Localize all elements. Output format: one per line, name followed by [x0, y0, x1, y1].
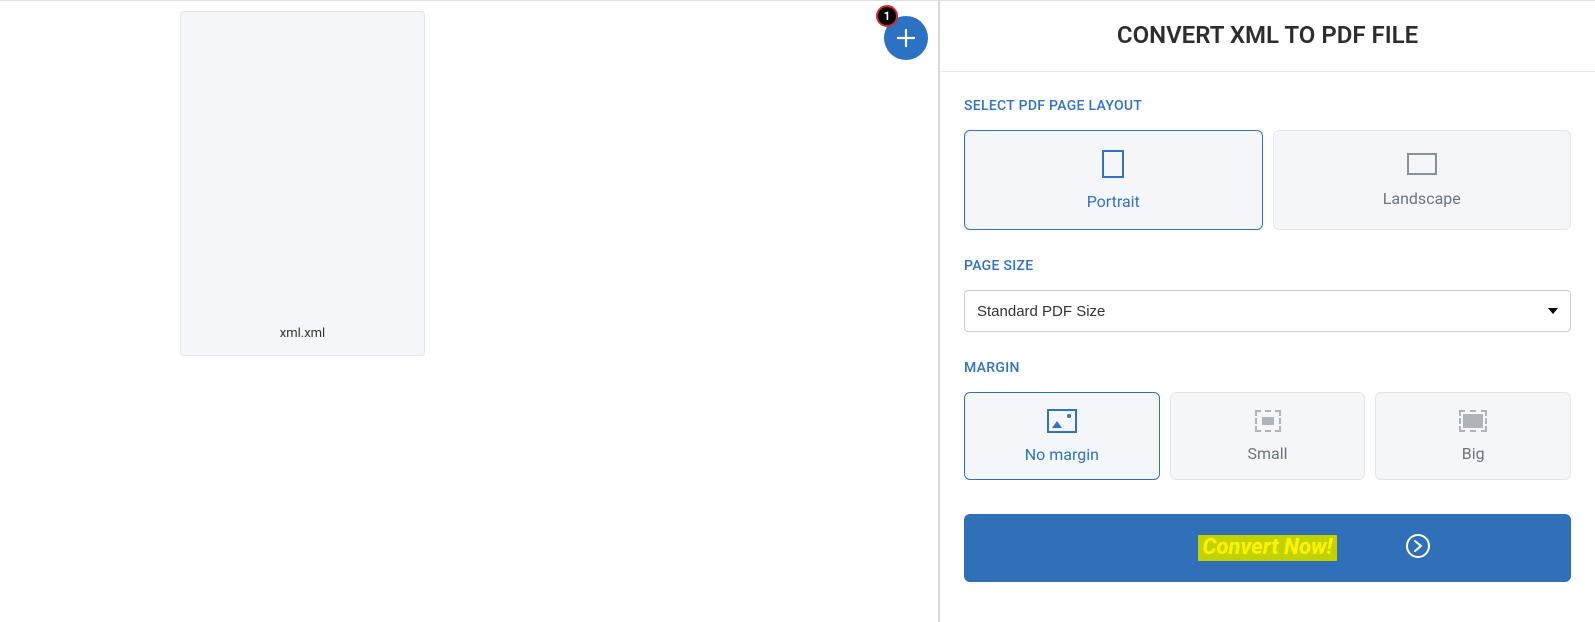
layout-portrait-label: Portrait — [1087, 192, 1140, 211]
convert-button-label: Convert Now! — [1198, 535, 1336, 561]
big-margin-icon — [1459, 410, 1487, 432]
convert-button[interactable]: Convert Now! — [964, 514, 1571, 582]
margin-big-option[interactable]: Big — [1375, 392, 1571, 480]
plus-icon — [895, 27, 917, 49]
margin-small-option[interactable]: Small — [1170, 392, 1366, 480]
layout-options: Portrait Landscape — [964, 130, 1571, 230]
settings-panel: CONVERT XML TO PDF FILE SELECT PDF PAGE … — [940, 0, 1595, 622]
layout-landscape-option[interactable]: Landscape — [1273, 130, 1572, 230]
arrow-right-circle-icon — [1405, 533, 1431, 563]
page-title: CONVERT XML TO PDF FILE — [940, 1, 1595, 72]
layout-landscape-label: Landscape — [1383, 189, 1461, 208]
no-margin-icon — [1047, 409, 1077, 433]
layout-section-label: SELECT PDF PAGE LAYOUT — [964, 98, 1571, 114]
margin-section-label: MARGIN — [964, 360, 1571, 376]
margin-none-label: No margin — [1025, 445, 1099, 464]
page-size-select[interactable]: Standard PDF Size — [964, 290, 1571, 332]
margin-big-label: Big — [1462, 444, 1485, 463]
landscape-icon — [1407, 153, 1437, 175]
margin-small-label: Small — [1248, 444, 1288, 463]
margin-options: No margin Small Big — [964, 392, 1571, 480]
pagesize-section-label: PAGE SIZE — [964, 258, 1571, 274]
layout-portrait-option[interactable]: Portrait — [964, 130, 1263, 230]
portrait-icon — [1102, 150, 1124, 178]
small-margin-icon — [1255, 410, 1281, 432]
margin-none-option[interactable]: No margin — [964, 392, 1160, 480]
file-name-label: xml.xml — [280, 326, 325, 341]
file-count-badge: 1 — [876, 5, 898, 27]
file-card[interactable]: xml.xml — [180, 11, 425, 356]
file-preview-panel: xml.xml 1 — [0, 0, 940, 622]
